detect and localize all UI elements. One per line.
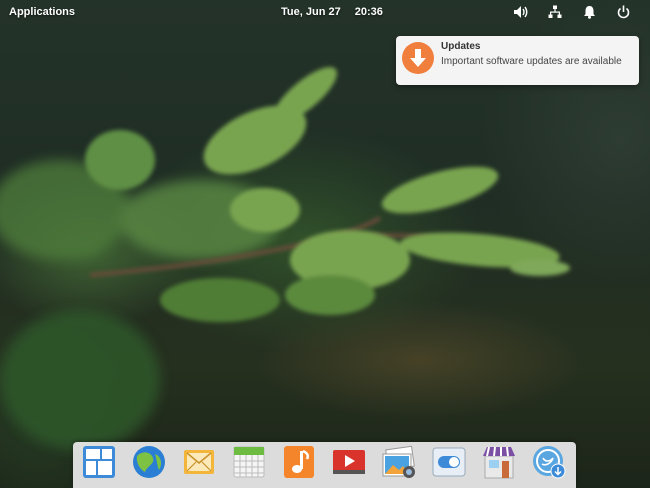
notifications-indicator[interactable] xyxy=(572,4,606,20)
dock-installer[interactable] xyxy=(531,444,567,480)
installer-icon xyxy=(533,446,566,479)
applications-menu[interactable]: Applications xyxy=(9,6,75,18)
date-label: Tue, Jun 27 xyxy=(281,6,341,18)
system-settings-icon xyxy=(432,447,466,477)
network-indicator[interactable] xyxy=(538,4,572,20)
indicator-area xyxy=(504,4,640,20)
datetime-indicator[interactable]: Tue, Jun 27 20:36 xyxy=(281,6,383,18)
web-browser-icon xyxy=(133,446,165,478)
dock-music[interactable] xyxy=(281,444,317,480)
time-label: 20:36 xyxy=(354,6,383,18)
app-center-icon xyxy=(483,446,515,479)
dock-multitasking-view[interactable] xyxy=(81,444,117,480)
top-panel: Applications Tue, Jun 27 20:36 xyxy=(0,0,650,24)
dock-mail[interactable] xyxy=(181,444,217,480)
volume-icon xyxy=(514,6,528,18)
multitasking-view-icon xyxy=(83,446,115,478)
photos-icon xyxy=(382,445,415,478)
download-arrow-icon xyxy=(402,42,434,74)
dock-app-center[interactable] xyxy=(481,444,517,480)
dock-videos[interactable] xyxy=(331,444,367,480)
dock-system-settings[interactable] xyxy=(431,444,467,480)
volume-indicator[interactable] xyxy=(504,4,538,20)
notification-title: Updates xyxy=(441,41,481,52)
videos-icon xyxy=(333,450,365,474)
music-icon xyxy=(284,446,314,478)
dock-calendar[interactable] xyxy=(231,444,267,480)
notification-body: Important software updates are available xyxy=(441,56,622,67)
calendar-icon xyxy=(233,446,265,478)
dock-photos[interactable] xyxy=(381,444,417,480)
network-icon xyxy=(548,5,562,18)
notifications-icon xyxy=(583,6,595,19)
power-icon xyxy=(617,5,629,19)
dock-web-browser[interactable] xyxy=(131,444,167,480)
dock xyxy=(73,442,576,488)
mail-icon xyxy=(184,450,214,474)
updates-notification[interactable]: Updates Important software updates are a… xyxy=(396,36,639,85)
power-indicator[interactable] xyxy=(606,4,640,20)
